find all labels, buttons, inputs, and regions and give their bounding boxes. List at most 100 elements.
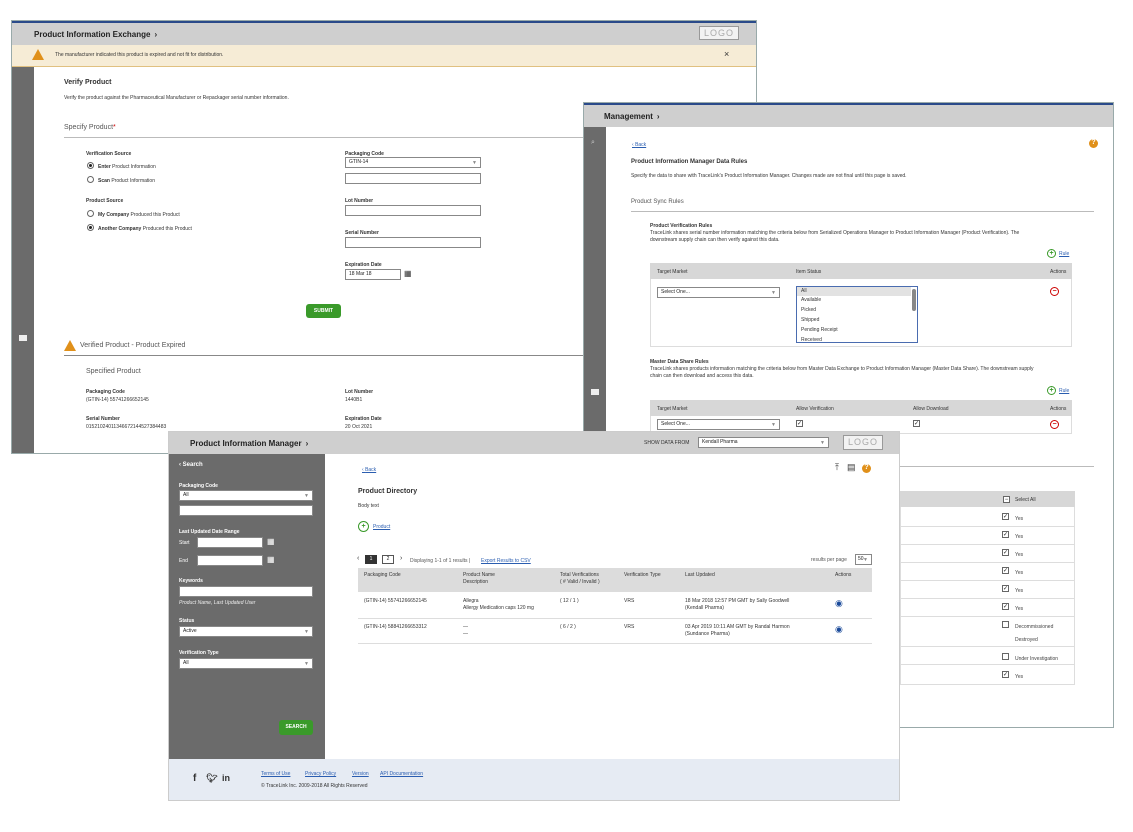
mds-target-select[interactable]: Select One... <box>657 419 780 430</box>
target-market-select[interactable]: Select One... <box>657 287 780 298</box>
calendar-icon[interactable]: ▦ <box>404 269 412 278</box>
page-title: Product Information Manager Data Rules <box>631 159 748 165</box>
api-docs-link[interactable]: API Documentation <box>380 771 423 777</box>
table-row[interactable] <box>358 592 872 619</box>
add-product-link[interactable]: Product <box>373 524 390 530</box>
export-icon[interactable]: ⤒ <box>835 462 839 473</box>
add-icon[interactable]: + <box>1047 386 1056 395</box>
scrollbar[interactable] <box>912 289 916 311</box>
status-checkbox[interactable]: ✓ <box>1002 549 1009 556</box>
submit-button[interactable]: SUBMIT <box>306 304 341 318</box>
company-select[interactable]: Kendall Pharma <box>698 437 829 448</box>
filter-vtype-select[interactable]: All <box>179 658 313 669</box>
status-item-label: Under Investigation <box>1015 656 1059 662</box>
status-checkbox[interactable] <box>1002 653 1009 660</box>
packaging-code-input[interactable] <box>345 173 481 184</box>
row-divider <box>900 664 1074 665</box>
expiration-date-input[interactable]: 18 Mar 18 <box>345 269 401 280</box>
next-page-icon[interactable]: › <box>400 555 402 562</box>
status-checkbox[interactable]: ✓ <box>1002 585 1009 592</box>
status-option[interactable]: Available <box>801 297 821 303</box>
table-row[interactable] <box>358 619 872 644</box>
page-description: Specify the data to share with TraceLink… <box>631 173 907 179</box>
status-option[interactable]: Shipped <box>801 317 819 323</box>
app-title[interactable]: Management <box>604 112 653 121</box>
search-button[interactable]: SEARCH <box>279 720 313 735</box>
status-checkbox[interactable]: ✓ <box>1002 671 1009 678</box>
result-exp-label: Expiration Date <box>345 416 382 422</box>
view-icon[interactable]: ◉ <box>835 624 843 635</box>
status-checkbox[interactable]: ✓ <box>1002 531 1009 538</box>
col-packaging-code: Packaging Code <box>364 572 401 578</box>
filter-start-input[interactable] <box>197 537 263 548</box>
cell-vtype: VRS <box>624 624 635 630</box>
serial-number-input[interactable] <box>345 237 481 248</box>
status-item-label: Yes <box>1015 552 1024 558</box>
filter-status-select[interactable]: Active <box>179 626 313 637</box>
chat-icon[interactable] <box>591 389 599 395</box>
results-per-page-select[interactable]: 50 <box>855 554 872 565</box>
export-csv-link[interactable]: Export Results to CSV <box>481 558 531 564</box>
terms-link[interactable]: Terms of Use <box>261 771 290 777</box>
status-item-label: Decommissioned <box>1015 624 1054 630</box>
packaging-code-select[interactable]: GTIN-14 <box>345 157 481 168</box>
filter-pkg-input[interactable] <box>179 505 313 516</box>
mds-title: Master Data Share Rules <box>650 359 709 365</box>
back-link[interactable]: ‹ Back <box>362 467 376 473</box>
filter-pkg-select[interactable]: All <box>179 490 313 501</box>
view-icon[interactable]: ◉ <box>835 598 843 609</box>
allow-download-checkbox[interactable]: ✓ <box>913 420 920 427</box>
close-icon[interactable]: × <box>724 49 729 59</box>
status-checkbox[interactable]: ✓ <box>1002 513 1009 520</box>
app-title[interactable]: Product Information Manager <box>190 439 302 448</box>
status-option[interactable]: All <box>797 287 911 296</box>
filter-end-input[interactable] <box>197 555 263 566</box>
status-option[interactable]: Picked <box>801 307 816 313</box>
back-link[interactable]: ‹ Back <box>632 142 646 148</box>
prev-page-icon[interactable]: ‹ <box>357 555 359 562</box>
cell-last-updated: 03 Apr 2019 10:11 AM GMT by Randal Harmo… <box>685 624 790 630</box>
mds-desc-1: TraceLink shares products information ma… <box>650 366 1034 372</box>
status-option[interactable]: Pending Receipt <box>801 327 838 333</box>
remove-icon[interactable]: − <box>1050 420 1059 429</box>
radio-my-company[interactable] <box>87 210 94 217</box>
search-icon[interactable]: ⌕ <box>591 139 595 147</box>
status-option[interactable]: Received <box>801 337 822 342</box>
radio-enter[interactable] <box>87 162 94 169</box>
version-link[interactable]: Version <box>352 771 369 777</box>
select-all-checkbox[interactable]: − <box>1003 496 1010 503</box>
radio-scan[interactable] <box>87 176 94 183</box>
help-icon[interactable]: ? <box>1089 139 1098 148</box>
cell-last-updated-org: (Kendall Pharma) <box>685 605 724 611</box>
filter-keywords-input[interactable] <box>179 586 313 597</box>
lot-number-input[interactable] <box>345 205 481 216</box>
page-1[interactable]: 1 <box>365 555 377 564</box>
print-icon[interactable]: ▤ <box>847 462 856 473</box>
remove-icon[interactable]: − <box>1050 287 1059 296</box>
page-2[interactable]: 2 <box>382 555 394 564</box>
status-item-label: Yes <box>1015 534 1024 540</box>
radio-another-company[interactable] <box>87 224 94 231</box>
col-last-updated: Last Updated <box>685 572 715 578</box>
add-rule-link[interactable]: Rule <box>1059 388 1069 394</box>
search-title: ‹ Search <box>179 462 203 468</box>
facebook-icon[interactable]: f <box>193 773 196 784</box>
allow-verification-checkbox[interactable]: ✓ <box>796 420 803 427</box>
add-icon[interactable]: + <box>358 521 369 532</box>
help-icon[interactable]: ? <box>862 464 871 473</box>
calendar-icon[interactable]: ▦ <box>267 537 275 546</box>
privacy-link[interactable]: Privacy Policy <box>305 771 336 777</box>
item-status-listbox[interactable]: All Available Picked Shipped Pending Rec… <box>796 286 918 343</box>
warning-icon <box>32 49 44 60</box>
status-checkbox[interactable] <box>1002 621 1009 628</box>
add-rule-link[interactable]: Rule <box>1059 251 1069 257</box>
add-icon[interactable]: + <box>1047 249 1056 258</box>
chat-icon[interactable] <box>19 335 27 341</box>
twitter-icon[interactable]: 🐦︎ <box>206 773 217 784</box>
linkedin-icon[interactable]: in <box>222 773 230 783</box>
status-checkbox[interactable]: ✓ <box>1002 603 1009 610</box>
status-checkbox[interactable]: ✓ <box>1002 567 1009 574</box>
app-title[interactable]: Product Information Exchange <box>34 30 150 39</box>
calendar-icon[interactable]: ▦ <box>267 555 275 564</box>
row-divider <box>900 684 1074 685</box>
